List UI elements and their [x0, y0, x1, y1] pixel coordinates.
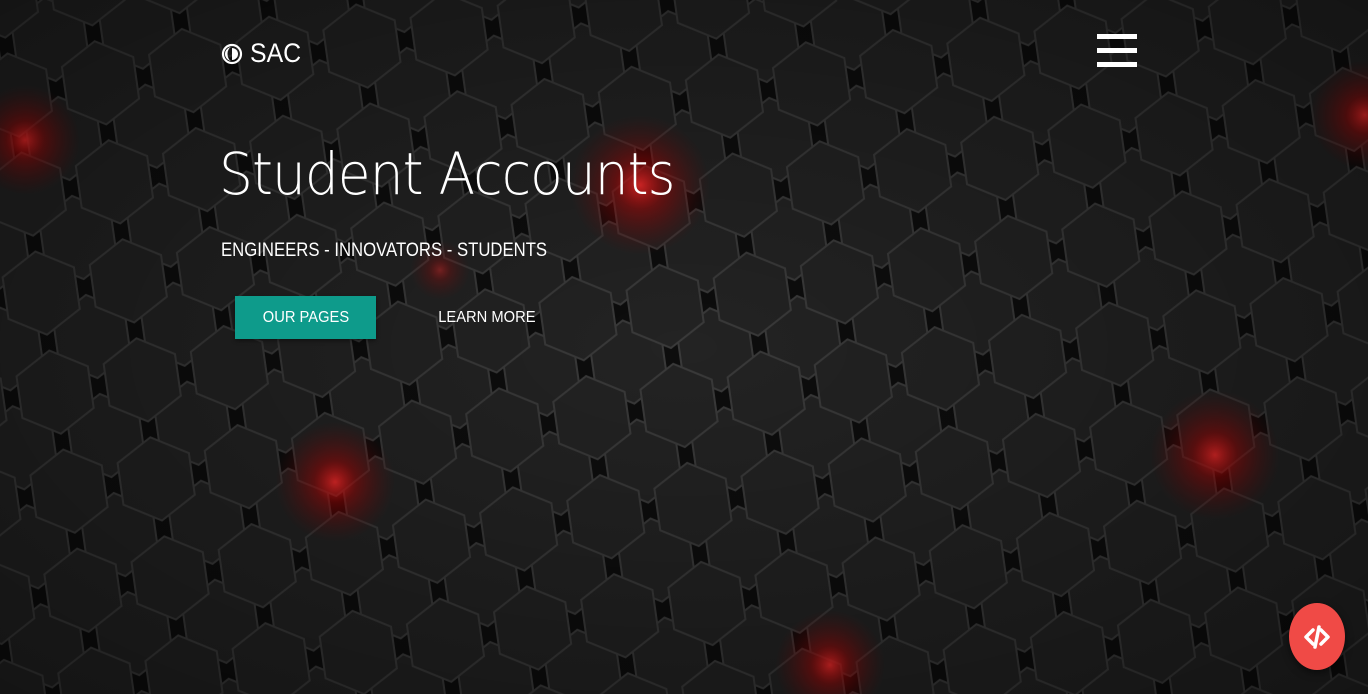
- hexagon-background: [0, 0, 1368, 694]
- menu-bar-bottom: [1097, 62, 1137, 67]
- our-pages-button-label: OUR PAGES: [262, 308, 349, 326]
- brand-name: SAC: [250, 38, 302, 68]
- learn-more-button[interactable]: LEARN MORE: [420, 296, 554, 339]
- brand-logo[interactable]: SAC: [221, 38, 306, 69]
- half-moon-icon: [221, 43, 243, 64]
- hero-page: SAC Student Accounts ENGINEERS - INNOVAT…: [0, 0, 1368, 694]
- floating-action-button[interactable]: [1289, 603, 1345, 670]
- learn-more-button-label: LEARN MORE: [438, 308, 536, 326]
- hero-title: Student Accounts: [219, 140, 675, 208]
- menu-bar-top: [1097, 34, 1137, 39]
- menu-bar-middle: [1097, 48, 1137, 53]
- hero-subtitle: ENGINEERS - INNOVATORS - STUDENTS: [221, 240, 548, 261]
- hamburger-menu-icon[interactable]: [1097, 34, 1137, 68]
- our-pages-button[interactable]: OUR PAGES: [235, 296, 376, 339]
- code-slash-icon: [1304, 624, 1330, 649]
